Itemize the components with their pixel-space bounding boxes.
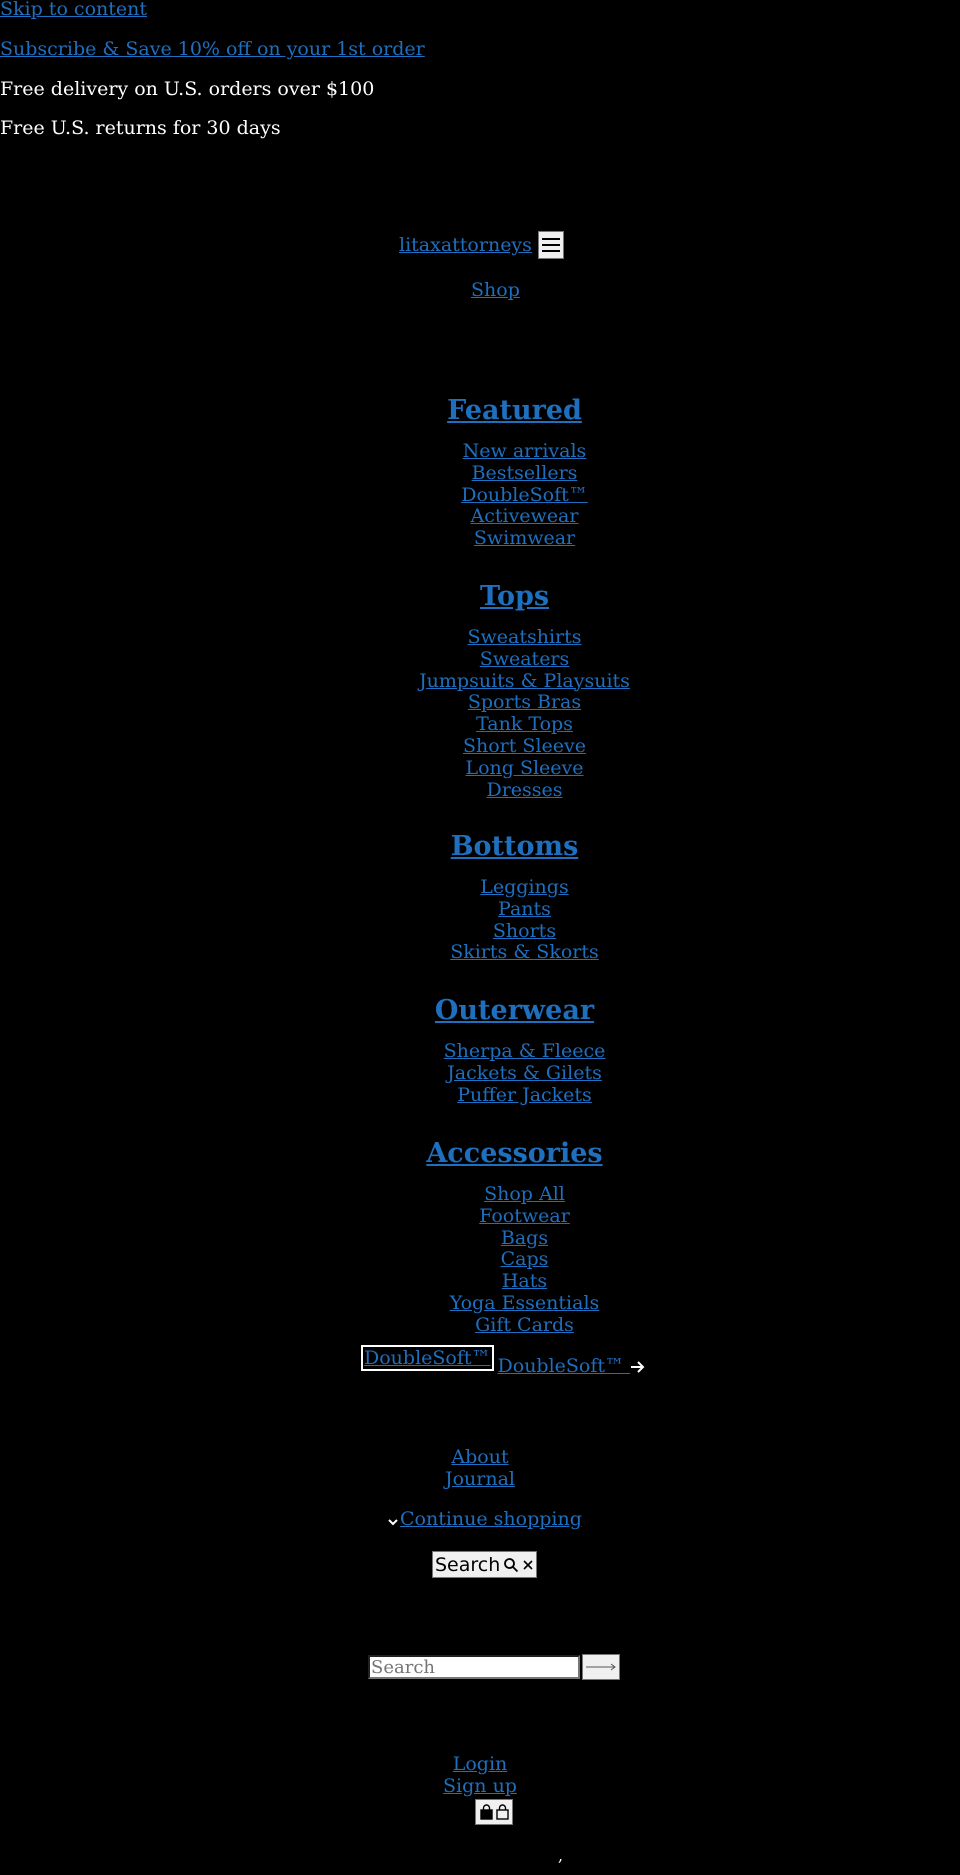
arrow-right-icon [630,1360,646,1374]
nav-item-tank-tops[interactable]: Tank Tops [476,713,573,735]
nav-item-shop-all[interactable]: Shop All [484,1183,565,1205]
shopping-bag-icon [479,1804,493,1820]
promo-image-link[interactable]: DoubleSoft™ [361,1345,494,1371]
nav-item-skirts-skorts[interactable]: Skirts & Skorts [450,941,599,963]
nav-item-hats[interactable]: Hats [502,1270,547,1292]
search-toggle-label: Search [435,1553,501,1576]
account-nav: Login Sign up [0,1753,960,1797]
close-icon [522,1559,534,1571]
nav-item-shorts[interactable]: Shorts [493,920,556,942]
search-icon [503,1557,519,1573]
login-link[interactable]: Login [453,1753,508,1775]
footer-mark: , [558,1846,564,1865]
nav-group-title-bottoms[interactable]: Bottoms [451,829,579,865]
hamburger-icon[interactable] [537,231,564,259]
search-input[interactable] [368,1655,580,1679]
nav-item-yoga-essentials[interactable]: Yoga Essentials [450,1292,600,1314]
nav-item-sports-bras[interactable]: Sports Bras [468,691,581,713]
nav-group-title-accessories[interactable]: Accessories [426,1136,602,1172]
nav-item-long-sleeve[interactable]: Long Sleeve [465,757,583,779]
nav-item-bags[interactable]: Bags [501,1227,548,1249]
nav-item-jackets-gilets[interactable]: Jackets & Gilets [447,1062,602,1084]
nav-group-title-outerwear[interactable]: Outerwear [435,993,594,1029]
secondary-nav: About Journal [0,1446,960,1490]
nav-item-gift-cards[interactable]: Gift Cards [475,1314,574,1336]
continue-shopping: Continue shopping [387,1508,582,1530]
promo-link[interactable]: DoubleSoft™ [498,1355,647,1377]
nav-item-bestsellers[interactable]: Bestsellers [472,462,578,484]
skip-to-content-link[interactable]: Skip to content [0,0,147,20]
search-submit-button[interactable] [582,1654,620,1680]
nav-item-new-arrivals[interactable]: New arrivals [463,440,587,462]
about-link[interactable]: About [451,1446,508,1468]
nav-item-dresses[interactable]: Dresses [486,779,562,801]
delivery-announcement: Free delivery on U.S. orders over $100 [0,78,375,100]
subscribe-link[interactable]: Subscribe & Save 10% off on your 1st ord… [0,38,425,60]
shop-link[interactable]: Shop [471,279,520,301]
long-arrow-right-icon [586,1663,616,1671]
chevron-down-icon [387,1517,399,1527]
cart-button[interactable] [475,1799,513,1825]
nav-item-leggings[interactable]: Leggings [480,876,568,898]
returns-announcement: Free U.S. returns for 30 days [0,117,281,139]
nav-item-doublesoft[interactable]: DoubleSoft™ [461,484,588,506]
journal-link[interactable]: Journal [445,1468,515,1490]
nav-item-sweatshirts[interactable]: Sweatshirts [467,626,581,648]
continue-shopping-link[interactable]: Continue shopping [400,1508,582,1530]
nav-item-sweaters[interactable]: Sweaters [480,648,570,670]
search-form [368,1654,620,1680]
nav-item-puffer-jackets[interactable]: Puffer Jackets [457,1084,592,1106]
nav-item-swimwear[interactable]: Swimwear [474,527,575,549]
nav-item-caps[interactable]: Caps [501,1248,549,1270]
search-toggle-button[interactable]: Search [432,1551,538,1578]
nav-group-tops: Tops Sweatshirts Sweaters Jumpsuits & Pl… [24,579,960,801]
shopping-bag-icon [495,1804,509,1820]
nav-group-accessories: Accessories Shop All Footwear Bags Caps … [24,1136,960,1337]
nav-item-pants[interactable]: Pants [498,898,551,920]
signup-link[interactable]: Sign up [443,1775,517,1797]
promo-tile: DoubleSoft™ DoubleSoft™ [361,1345,646,1377]
promo-link-label: DoubleSoft™ [497,1355,625,1377]
nav-group-title-tops[interactable]: Tops [480,579,549,615]
nav-group-title-featured[interactable]: Featured [447,393,582,429]
nav-item-short-sleeve[interactable]: Short Sleeve [463,735,586,757]
nav-item-jumpsuits[interactable]: Jumpsuits & Playsuits [419,670,630,692]
nav-item-footwear[interactable]: Footwear [479,1205,570,1227]
site-header: litaxattorneys [399,231,564,259]
nav-group-featured: Featured New arrivals Bestsellers Double… [24,393,960,550]
nav-item-sherpa-fleece[interactable]: Sherpa & Fleece [444,1040,606,1062]
nav-group-outerwear: Outerwear Sherpa & Fleece Jackets & Gile… [24,993,960,1106]
nav-item-activewear[interactable]: Activewear [471,505,579,527]
site-logo-link[interactable]: litaxattorneys [399,234,532,256]
nav-group-bottoms: Bottoms Leggings Pants Shorts Skirts & S… [24,829,960,964]
